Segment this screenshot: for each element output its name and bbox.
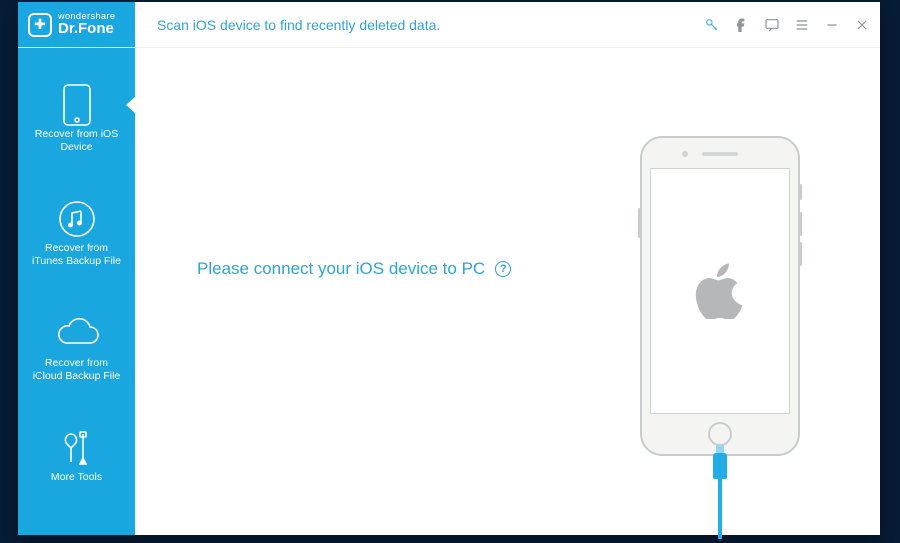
logo-text: wondershare Dr.Fone bbox=[58, 12, 116, 37]
cable-illustration bbox=[710, 453, 730, 539]
phone-power-button-icon bbox=[638, 208, 641, 238]
phone-mute-switch-icon bbox=[799, 184, 802, 200]
app-body: Recover from iOS Device Recover from iTu… bbox=[18, 48, 880, 535]
close-button[interactable] bbox=[854, 17, 870, 33]
sidebar-item-label: Recover from iOS Device bbox=[24, 128, 129, 154]
tools-icon bbox=[24, 425, 129, 471]
menu-icon[interactable] bbox=[794, 17, 810, 33]
brand-bottom: Dr.Fone bbox=[58, 21, 116, 37]
cable-wire-icon bbox=[718, 479, 722, 539]
cable-plug-icon bbox=[713, 453, 727, 479]
facebook-icon[interactable] bbox=[734, 17, 750, 33]
phone-volume-up-icon bbox=[799, 212, 802, 236]
window-controls bbox=[704, 2, 880, 47]
sidebar-item-label: More Tools bbox=[24, 471, 129, 484]
connect-prompt-text: Please connect your iOS device to PC bbox=[197, 259, 485, 279]
phone-home-button-icon bbox=[708, 422, 732, 446]
music-note-icon bbox=[24, 196, 129, 242]
sidebar-item-recover-itunes[interactable]: Recover from iTunes Backup File bbox=[18, 188, 135, 284]
app-window: wondershare Dr.Fone Scan iOS device to f… bbox=[18, 2, 880, 535]
sidebar-item-label: Recover from iCloud Backup File bbox=[24, 357, 129, 383]
logo: wondershare Dr.Fone bbox=[18, 2, 135, 47]
sidebar-item-label: Recover from iTunes Backup File bbox=[24, 242, 129, 268]
phone-icon bbox=[24, 82, 129, 128]
phone-camera-icon bbox=[682, 151, 688, 157]
apple-logo-icon bbox=[692, 263, 748, 319]
header-instruction: Scan iOS device to find recently deleted… bbox=[135, 2, 704, 47]
sidebar: Recover from iOS Device Recover from iTu… bbox=[18, 48, 135, 535]
logo-icon bbox=[28, 13, 52, 37]
main-content: Please connect your iOS device to PC ? bbox=[135, 48, 880, 535]
titlebar: wondershare Dr.Fone Scan iOS device to f… bbox=[18, 2, 880, 48]
sidebar-item-recover-ios-device[interactable]: Recover from iOS Device bbox=[18, 74, 135, 170]
connect-prompt: Please connect your iOS device to PC ? bbox=[197, 259, 511, 279]
phone-screen bbox=[650, 168, 790, 414]
sidebar-item-more-tools[interactable]: More Tools bbox=[18, 417, 135, 500]
sidebar-item-recover-icloud[interactable]: Recover from iCloud Backup File bbox=[18, 303, 135, 399]
phone-volume-down-icon bbox=[799, 242, 802, 266]
cloud-icon bbox=[24, 311, 129, 357]
feedback-icon[interactable] bbox=[764, 17, 780, 33]
key-icon[interactable] bbox=[704, 17, 720, 33]
phone-illustration bbox=[640, 136, 800, 456]
minimize-button[interactable] bbox=[824, 17, 840, 33]
phone-speaker-icon bbox=[702, 152, 738, 156]
help-icon[interactable]: ? bbox=[495, 261, 511, 277]
